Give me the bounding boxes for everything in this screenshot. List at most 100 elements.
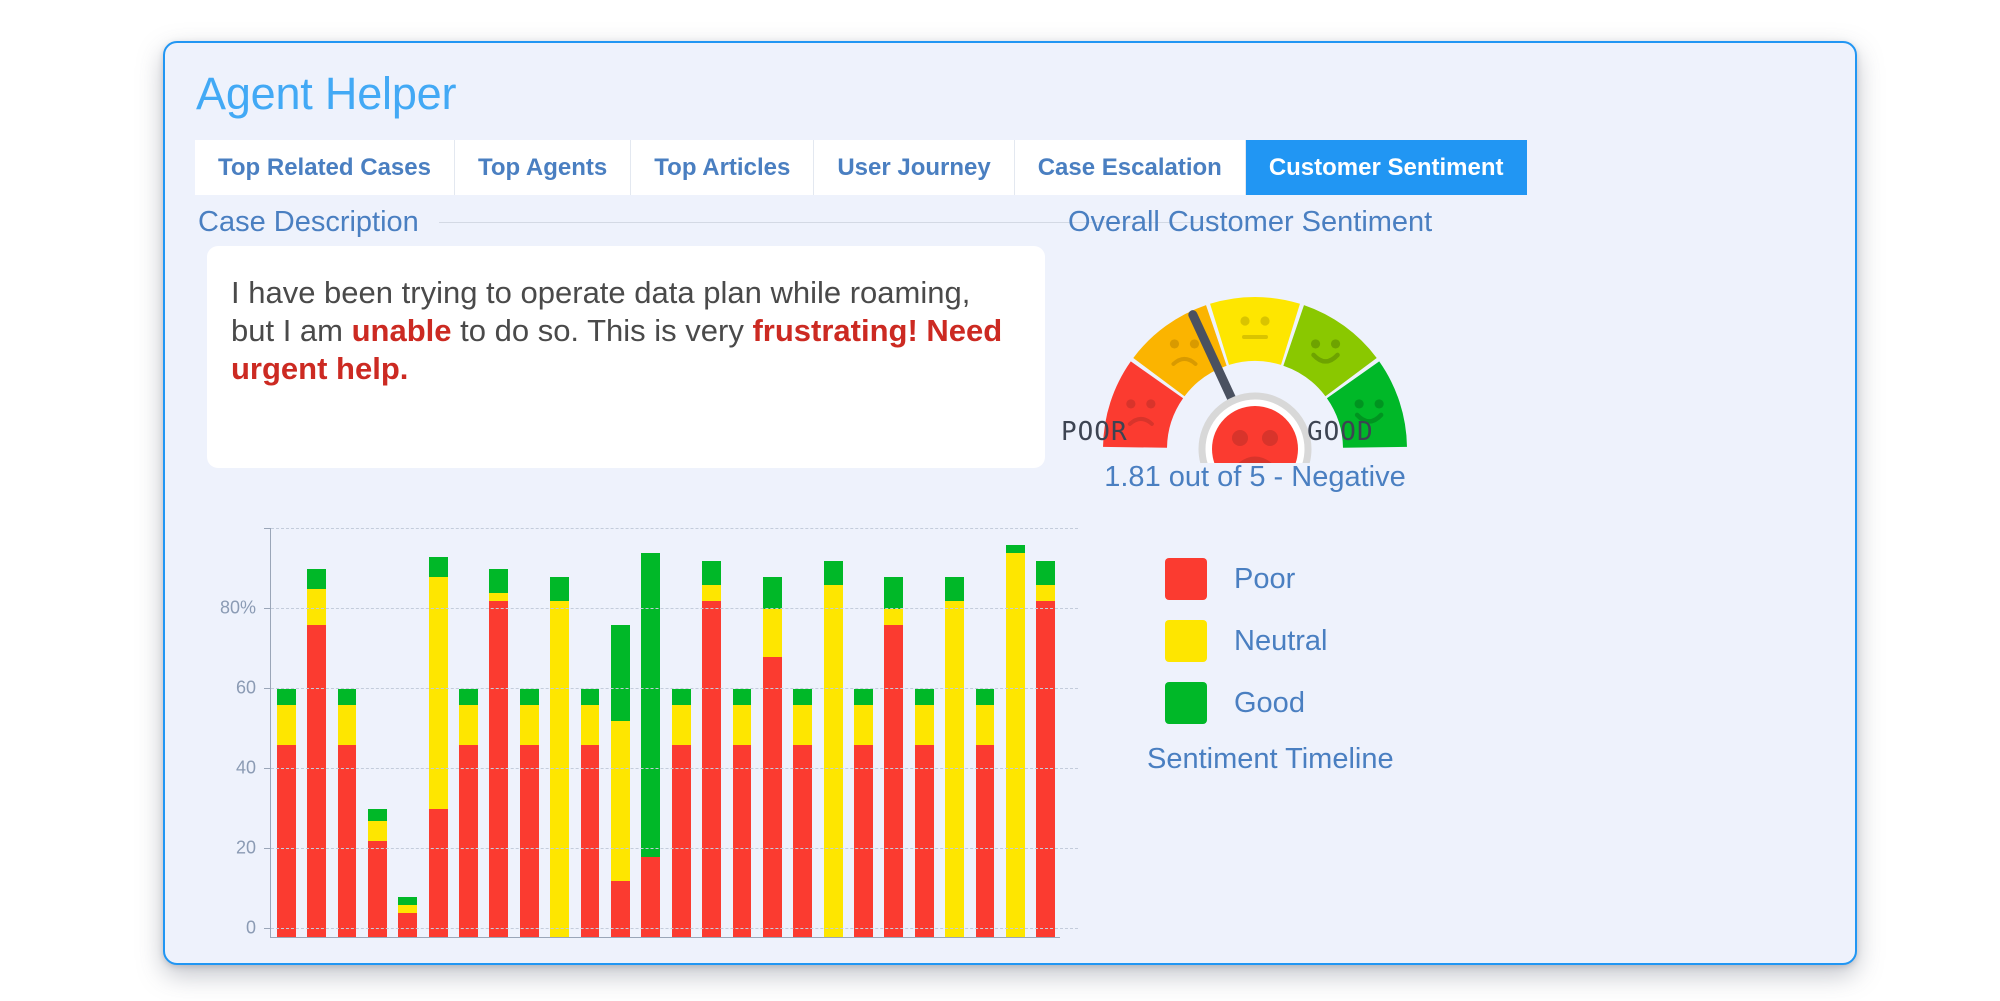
legend-label: Poor	[1234, 563, 1295, 596]
bar-segment-neutral	[763, 609, 782, 657]
description-line-2-prefix: but I am	[231, 313, 352, 348]
bar-segment-good	[429, 557, 448, 577]
bar-segment-good	[733, 689, 752, 705]
legend-label: Neutral	[1234, 625, 1328, 658]
tab-label: Case Escalation	[1038, 154, 1222, 182]
case-description-heading-label: Case Description	[198, 206, 419, 239]
tab-label: Top Related Cases	[218, 154, 431, 182]
tab-top-related-cases[interactable]: Top Related Cases	[195, 140, 455, 195]
legend-item-neutral[interactable]: Neutral	[1165, 620, 1328, 662]
bar-column[interactable]	[824, 561, 843, 937]
bar-segment-neutral	[824, 585, 843, 937]
bar-segment-good	[611, 625, 630, 721]
gridline	[271, 928, 1078, 929]
bar-segment-neutral	[338, 705, 357, 745]
legend-label: Good	[1234, 687, 1305, 720]
y-tick-label: 0	[246, 918, 256, 939]
bar-segment-good	[854, 689, 873, 705]
bar-segment-poor	[976, 745, 995, 937]
bar-column[interactable]	[368, 809, 387, 937]
bar-segment-neutral	[398, 905, 417, 913]
bar-segment-poor	[307, 625, 326, 937]
bar-column[interactable]	[733, 689, 752, 937]
tab-top-agents[interactable]: Top Agents	[455, 140, 631, 195]
bar-column[interactable]	[793, 689, 812, 937]
bar-segment-poor	[793, 745, 812, 937]
bar-column[interactable]	[489, 569, 508, 937]
bar-column[interactable]	[277, 689, 296, 937]
bar-segment-poor	[398, 913, 417, 937]
bar-segment-poor	[884, 625, 903, 937]
bar-segment-good	[581, 689, 600, 705]
bar-segment-poor	[641, 857, 660, 937]
bar-column[interactable]	[854, 689, 873, 937]
tab-label: Top Agents	[478, 154, 607, 182]
bar-segment-neutral	[520, 705, 539, 745]
app-panel: Agent Helper Top Related CasesTop Agents…	[163, 41, 1857, 965]
bar-column[interactable]	[611, 625, 630, 937]
y-tick-mark	[264, 688, 271, 689]
tab-customer-sentiment[interactable]: Customer Sentiment	[1246, 140, 1527, 195]
bar-segment-neutral	[733, 705, 752, 745]
bar-column[interactable]	[459, 689, 478, 937]
bar-column[interactable]	[702, 561, 721, 937]
bar-segment-good	[915, 689, 934, 705]
bar-column[interactable]	[641, 553, 660, 937]
bar-segment-good	[1036, 561, 1055, 585]
bar-segment-poor	[429, 809, 448, 937]
bar-column[interactable]	[398, 897, 417, 937]
sentiment-timeline-heading: Sentiment Timeline	[1147, 743, 1394, 776]
bar-segment-good	[338, 689, 357, 705]
gridline	[271, 688, 1078, 689]
bar-column[interactable]	[307, 569, 326, 937]
bar-column[interactable]	[520, 689, 539, 937]
bar-segment-good	[550, 577, 569, 601]
bar-segment-good	[793, 689, 812, 705]
bar-segment-poor	[489, 601, 508, 937]
bar-segment-good	[945, 577, 964, 601]
gauge-max-label: GOOD	[1307, 417, 1374, 447]
legend-item-poor[interactable]: Poor	[1165, 558, 1328, 600]
bar-column[interactable]	[976, 689, 995, 937]
bar-segment-good	[307, 569, 326, 589]
bar-column[interactable]	[763, 577, 782, 937]
bar-column[interactable]	[1006, 545, 1025, 937]
bar-segment-poor	[581, 745, 600, 937]
bar-column[interactable]	[915, 689, 934, 937]
bar-column[interactable]	[581, 689, 600, 937]
bar-segment-good	[1006, 545, 1025, 553]
bar-column[interactable]	[672, 689, 691, 937]
y-tick-mark	[264, 848, 271, 849]
legend-item-good[interactable]: Good	[1165, 682, 1328, 724]
bar-segment-poor	[915, 745, 934, 937]
bar-segment-neutral	[489, 593, 508, 601]
bar-segment-poor	[763, 657, 782, 937]
y-tick-label: 60	[236, 678, 256, 699]
tab-user-journey[interactable]: User Journey	[814, 140, 1014, 195]
bar-column[interactable]	[338, 689, 357, 937]
bar-segment-poor	[733, 745, 752, 937]
bar-column[interactable]	[550, 577, 569, 937]
case-description-header: Case Description	[198, 206, 1218, 239]
bar-segment-neutral	[793, 705, 812, 745]
bar-segment-neutral	[672, 705, 691, 745]
screen: Agent Helper Top Related CasesTop Agents…	[0, 0, 2000, 1001]
bar-column[interactable]	[429, 557, 448, 937]
y-axis-labels: 020406080%	[198, 528, 256, 938]
bar-segment-good	[398, 897, 417, 905]
bar-segment-good	[459, 689, 478, 705]
tab-top-articles[interactable]: Top Articles	[631, 140, 814, 195]
bar-column[interactable]	[884, 577, 903, 937]
tab-case-escalation[interactable]: Case Escalation	[1015, 140, 1246, 195]
y-tick-mark	[264, 928, 271, 929]
bar-column[interactable]	[1036, 561, 1055, 937]
bar-segment-good	[763, 577, 782, 609]
bar-segment-neutral	[702, 585, 721, 601]
gridline	[271, 768, 1078, 769]
bar-segment-poor	[338, 745, 357, 937]
bar-segment-neutral	[854, 705, 873, 745]
bar-segment-good	[520, 689, 539, 705]
bar-segment-good	[884, 577, 903, 609]
bar-column[interactable]	[945, 577, 964, 937]
bar-segment-neutral	[976, 705, 995, 745]
